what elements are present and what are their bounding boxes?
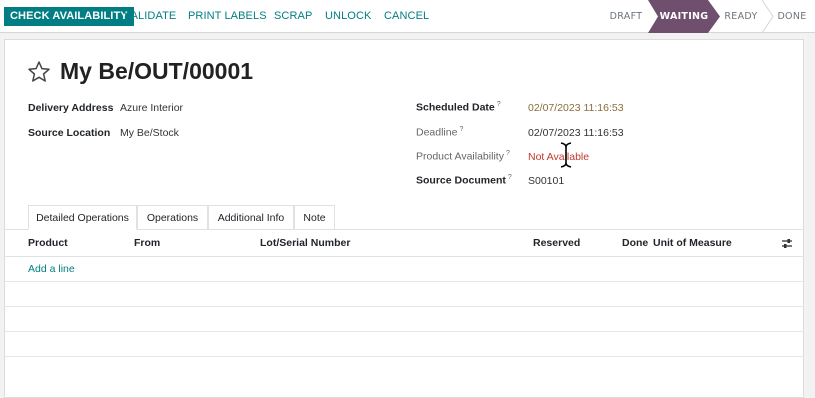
delivery-address-label: Delivery Address [28,102,114,114]
scheduled-date-value[interactable]: 02/07/2023 11:16:53 [528,102,624,114]
table-row: Add a line [5,257,804,282]
column-reserved[interactable]: Reserved [533,230,580,257]
column-unit-of-measure[interactable]: Unit of Measure [653,230,732,257]
column-lot-serial[interactable]: Lot/Serial Number [260,230,350,257]
stage-ready[interactable]: READY [720,0,762,33]
deadline-label-text: Deadline [416,126,458,139]
stage-waiting[interactable]: WAITING [658,0,710,33]
tab-additional-info[interactable]: Additional Info [208,205,294,230]
product-availability-label: Product Availability? [416,150,510,163]
cancel-button[interactable]: CANCEL [384,7,429,26]
product-availability-label-text: Product Availability [416,150,504,163]
column-from[interactable]: From [134,230,160,257]
source-location-label: Source Location [28,127,111,139]
form-sheet: My Be/OUT/00001 Delivery Address Azure I… [4,39,804,398]
scrap-button[interactable]: SCRAP [274,7,312,26]
star-icon[interactable] [27,60,51,84]
table-row [5,282,804,307]
source-location-value[interactable]: My Be/Stock [120,127,179,139]
validate-button[interactable]: VALIDATE [124,7,176,26]
scheduled-date-label: Scheduled Date? [416,101,501,114]
column-product[interactable]: Product [28,230,68,257]
help-icon[interactable]: ? [508,174,512,181]
stage-draft[interactable]: DRAFT [600,0,652,33]
deadline-value[interactable]: 02/07/2023 11:16:53 [528,127,624,139]
delivery-address-value[interactable]: Azure Interior [120,102,183,114]
source-document-value[interactable]: S00101 [528,175,564,187]
help-icon[interactable]: ? [506,150,510,157]
unlock-button[interactable]: UNLOCK [325,7,371,26]
status-bar: DRAFT WAITING READY DONE [600,0,815,33]
table-row [5,307,804,332]
add-a-line-link[interactable]: Add a line [28,257,75,282]
stage-done[interactable]: DONE [770,0,814,33]
scheduled-date-label-text: Scheduled Date [416,101,495,114]
text-cursor-icon [560,142,572,168]
help-icon[interactable]: ? [459,126,463,133]
control-panel: CHECK AVAILABILITY VALIDATE PRINT LABELS… [0,0,815,33]
source-document-label-text: Source Document [416,174,506,187]
table-header: Product From Lot/Serial Number Reserved … [5,230,804,257]
product-availability-value: Not Available [528,151,590,163]
check-availability-button[interactable]: CHECK AVAILABILITY [4,7,134,26]
tab-operations[interactable]: Operations [137,205,208,230]
deadline-label: Deadline? [416,126,463,139]
column-done[interactable]: Done [622,230,648,257]
tab-note[interactable]: Note [294,205,335,230]
table-row [5,332,804,357]
print-labels-button[interactable]: PRINT LABELS [188,7,267,26]
optional-columns-icon[interactable] [781,238,793,249]
record-title: My Be/OUT/00001 [60,58,254,84]
help-icon[interactable]: ? [497,101,501,108]
source-document-label: Source Document? [416,174,512,187]
tab-detailed-operations[interactable]: Detailed Operations [28,205,137,230]
